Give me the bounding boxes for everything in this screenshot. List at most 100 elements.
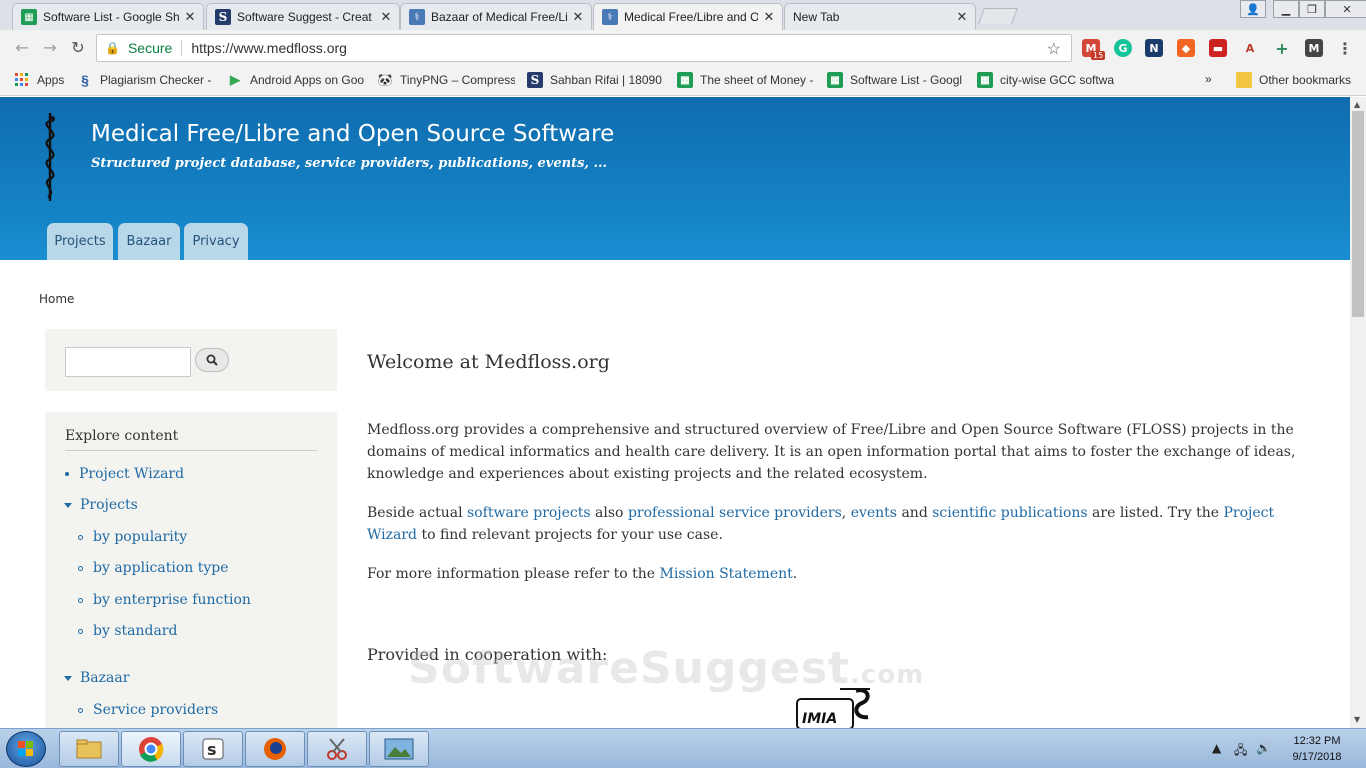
software-projects-link[interactable]: software projects [467,505,591,521]
forward-icon[interactable]: → [40,38,60,57]
bookmark-item[interactable]: ▦ The sheet of Money - [677,72,815,88]
plagiarism-icon: § [81,72,89,88]
start-button[interactable] [6,731,46,767]
extension-red-icon[interactable]: ▬ [1209,39,1227,57]
breadcrumb[interactable]: Home [39,292,74,306]
menu-item-service-providers[interactable]: Service providers [78,702,218,718]
browser-tab[interactable]: S Software Suggest - Creat ✕ [206,3,400,30]
address-bar[interactable]: 🔒 Secure https://www.medfloss.org ☆ [96,34,1072,62]
more-bookmarks-button[interactable]: » [1205,72,1212,86]
new-tab-button[interactable] [978,8,1018,24]
close-icon[interactable]: ✕ [571,10,585,25]
bookmark-item[interactable]: S Sahban Rifai | 18090 [527,72,665,88]
browser-tab[interactable]: ▦ Software List - Google Sh ✕ [12,3,204,30]
close-icon[interactable]: ✕ [379,10,393,25]
image-viewer-taskbar-button[interactable] [369,731,429,767]
menu-item-by-popularity[interactable]: by popularity [78,529,187,545]
menu-label[interactable]: by application type [93,560,229,576]
text: also [590,505,628,521]
extension-plus-icon[interactable]: + [1273,39,1291,58]
close-icon[interactable]: ✕ [762,10,776,25]
explorer-taskbar-button[interactable] [59,731,119,767]
menu-item-bazaar[interactable]: Bazaar [64,670,129,686]
mission-statement-link[interactable]: Mission Statement [660,566,793,582]
firefox-taskbar-button[interactable] [245,731,305,767]
bookmark-label: Apps [37,73,65,87]
scrollbar-thumb[interactable] [1352,111,1364,317]
bookmark-item[interactable]: 🐼 TinyPNG – Compress [377,72,515,88]
search-input[interactable] [65,347,191,377]
explorer-icon [76,739,102,759]
menu-label[interactable]: Service providers [93,702,218,718]
folder-icon [1236,72,1252,88]
menu-label[interactable]: Project Wizard [79,466,184,482]
extension-av-icon[interactable]: A [1241,39,1259,57]
slack-taskbar-button[interactable]: s [183,731,243,767]
back-icon[interactable]: ← [12,38,32,57]
system-clock[interactable]: 12:32 PM 9/17/2018 [1284,733,1350,765]
restore-icon[interactable]: ❐ [1299,0,1325,18]
nav-tab-projects[interactable]: Projects [47,223,113,260]
site-title[interactable]: Medical Free/Libre and Open Source Softw… [91,121,614,147]
extension-orange-icon[interactable]: ◆ [1177,39,1195,57]
bookmark-item[interactable]: ▶ Android Apps on Goo [227,72,365,88]
snipping-tool-taskbar-button[interactable] [307,731,367,767]
menu-item-by-enterprise-function[interactable]: by enterprise function [78,592,251,608]
window-close-icon[interactable]: ✕ [1325,0,1366,18]
windows-logo-icon [18,741,33,756]
network-icon[interactable]: 🖧 [1234,741,1247,762]
browser-tab-active[interactable]: ⚕ Medical Free/Libre and O ✕ [593,3,783,30]
imia-partner-logo[interactable]: IMIA [796,685,874,728]
menu-label[interactable]: by enterprise function [93,592,251,608]
partner-logo-text: IMIA [802,711,837,727]
bookmark-item[interactable]: ▦ city-wise GCC softwa [977,72,1115,88]
bookmark-star-icon[interactable]: ☆ [1047,39,1061,59]
browser-tab[interactable]: ⚕ Bazaar of Medical Free/Li ✕ [400,3,592,30]
scientific-publications-link[interactable]: scientific publications [932,505,1087,521]
tab-title: Software List - Google Sh [43,10,179,24]
browser-tab[interactable]: New Tab ✕ [784,3,976,30]
bookmark-label: city-wise GCC softwa [1000,73,1115,87]
close-icon[interactable]: ✕ [183,10,197,25]
nav-tab-bazaar[interactable]: Bazaar [118,223,180,260]
reload-icon[interactable]: ↻ [68,38,88,57]
menu-label[interactable]: by popularity [93,529,187,545]
bookmark-apps[interactable]: Apps [14,72,64,88]
panda-icon: 🐼 [377,73,393,87]
block-title: Explore content [65,428,317,451]
menu-label[interactable]: by standard [93,623,177,639]
menu-item-project-wizard[interactable]: Project Wizard [65,466,184,482]
scroll-up-icon[interactable]: ▲ [1354,100,1360,109]
url-text[interactable]: https://www.medfloss.org [191,40,347,56]
extension-n-icon[interactable]: N [1145,39,1163,57]
chrome-menu-icon[interactable]: ⋮ [1336,39,1354,58]
windows-taskbar: s ▲ 🖧 🔊 12:32 PM 9/17/2018 [0,728,1366,768]
search-button[interactable] [195,348,229,372]
nav-tab-privacy[interactable]: Privacy [184,223,248,260]
service-providers-link[interactable]: professional service providers [628,505,842,521]
volume-icon[interactable]: 🔊 [1256,741,1271,755]
snipping-tool-icon [327,738,347,760]
extension-m-icon[interactable]: M [1305,39,1323,57]
bookmark-item[interactable]: ▦ Software List - Googl [827,72,965,88]
site-header: Medical Free/Libre and Open Source Softw… [0,97,1350,260]
menu-label[interactable]: Projects [80,497,138,513]
play-store-icon: ▶ [230,72,240,87]
menu-label[interactable]: Bazaar [80,670,129,686]
grammarly-icon[interactable]: G [1114,39,1132,57]
menu-item-by-application-type[interactable]: by application type [78,560,229,576]
other-bookmarks[interactable]: Other bookmarks [1236,72,1351,88]
user-profile-icon[interactable]: 👤 [1240,0,1266,18]
minimize-icon[interactable]: ▁ [1273,0,1299,18]
bookmark-label: Other bookmarks [1259,73,1352,87]
close-icon[interactable]: ✕ [955,10,969,25]
scroll-down-icon[interactable]: ▼ [1354,715,1360,724]
events-link[interactable]: events [851,505,897,521]
rod-of-asclepius-logo-icon[interactable] [36,111,64,203]
menu-item-by-standard[interactable]: by standard [78,623,177,639]
menu-item-projects[interactable]: Projects [64,497,138,513]
page-scrollbar[interactable]: ▲ ▼ [1350,97,1366,728]
bookmark-item[interactable]: § Plagiarism Checker - [77,72,215,88]
chrome-taskbar-button[interactable] [121,731,181,767]
show-hidden-icons-icon[interactable]: ▲ [1212,741,1221,755]
